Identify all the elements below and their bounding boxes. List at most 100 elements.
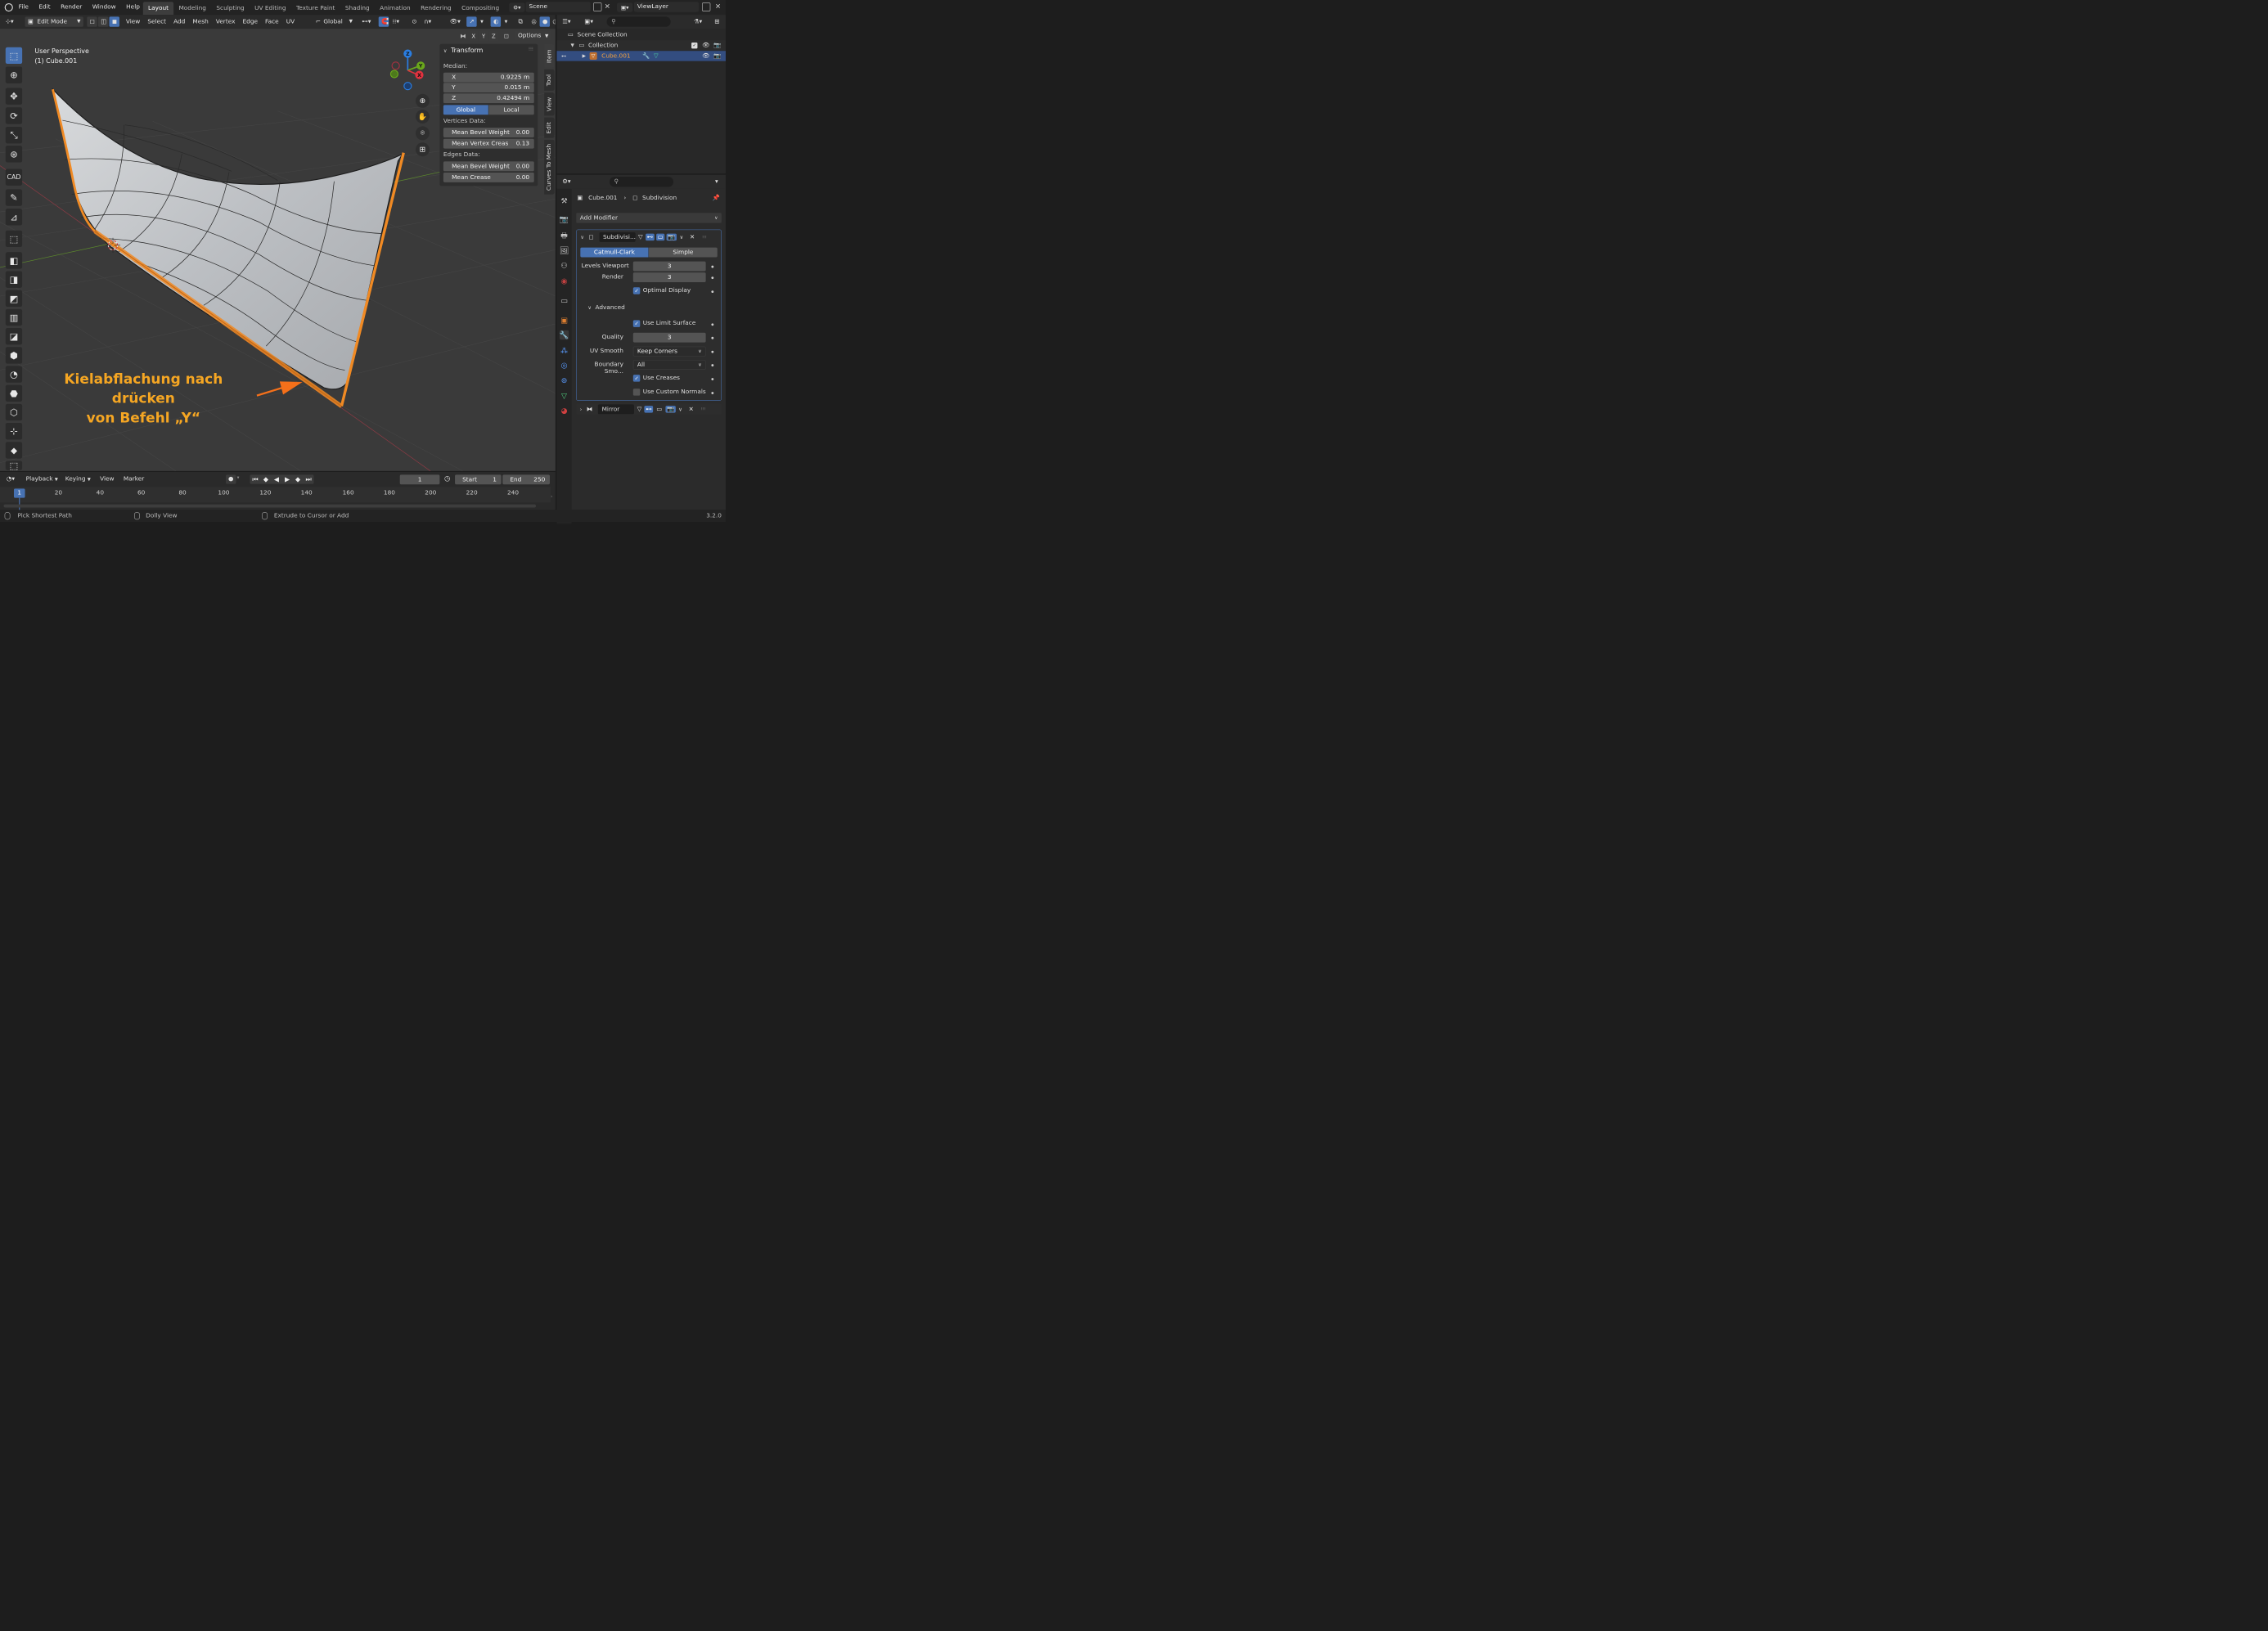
ortho-toggle-icon[interactable]: ⊞ <box>415 142 430 157</box>
poly-build-tool-icon[interactable]: ⬢ <box>5 347 23 364</box>
camera-icon[interactable]: 📷 <box>713 42 721 48</box>
menu-face[interactable]: Face <box>262 15 283 29</box>
keyframe-dot-icon[interactable] <box>711 378 714 380</box>
menu-window[interactable]: Window <box>87 0 120 15</box>
vertex-select-icon[interactable]: ◻ <box>87 16 97 27</box>
mesh-options-icon[interactable]: ⊡ <box>504 33 509 39</box>
falloff-icon[interactable]: ∩▾ <box>421 16 434 26</box>
physics-icon[interactable]: ◎ <box>560 361 569 370</box>
timeline-scrollbar[interactable] <box>3 504 537 508</box>
start-frame-field[interactable]: Start 1 <box>455 474 502 485</box>
mean-bevel-weight-edge-field[interactable]: Mean Bevel Weight 0.00 <box>443 161 534 172</box>
tab-sculpting[interactable]: Sculpting <box>211 2 250 15</box>
edge-slide-tool-icon[interactable]: ⬡ <box>5 403 23 421</box>
solid-shading-icon[interactable]: ● <box>539 16 551 27</box>
play-reverse-icon[interactable]: ◀ <box>271 475 281 483</box>
pan-hand-icon[interactable]: ✋ <box>415 110 430 124</box>
view-layer-icon[interactable]: 🖼 <box>560 246 569 255</box>
render-settings-icon[interactable]: 📷 <box>560 214 569 223</box>
viewport-toggle-icon[interactable]: ▭ <box>656 233 665 240</box>
chevron-right-icon[interactable]: › <box>580 406 582 411</box>
tab-compositing[interactable]: Compositing <box>457 2 505 15</box>
add-cube-tool-icon[interactable]: ⬚ <box>5 230 23 248</box>
menu-vertex[interactable]: Vertex <box>212 15 239 29</box>
drag-handle-icon[interactable]: ⁝⁝⁝ <box>529 46 533 52</box>
mean-vertex-crease-field[interactable]: Mean Vertex Creas 0.13 <box>443 138 534 149</box>
keyframe-dot-icon[interactable] <box>711 265 714 268</box>
menu-add[interactable]: Add <box>170 15 189 29</box>
tool-settings-icon[interactable]: ⚒ <box>560 196 569 205</box>
tab-animation[interactable]: Animation <box>375 2 416 15</box>
timeline-editor-type-icon[interactable]: ◔▾ <box>4 474 18 484</box>
use-limit-surface-checkbox[interactable]: ✓ <box>632 320 641 327</box>
menu-edge[interactable]: Edge <box>239 15 262 29</box>
jump-end-icon[interactable]: ⏭ <box>304 475 314 483</box>
modifier-wrench-icon[interactable]: 🔧 <box>642 52 650 59</box>
keyframe-dot-icon[interactable] <box>711 290 714 294</box>
proportional-edit-icon[interactable]: ⊙ <box>409 16 420 26</box>
keyframe-dot-icon[interactable] <box>711 392 714 394</box>
local-toggle[interactable]: Local <box>488 105 534 115</box>
exclude-checkbox[interactable]: ✓ <box>691 42 698 49</box>
zoom-icon[interactable]: ⊕ <box>415 93 430 108</box>
output-settings-icon[interactable]: 🖶 <box>560 231 569 240</box>
chevron-down-icon[interactable]: ▼ <box>570 43 574 47</box>
record-icon[interactable]: ● <box>226 474 236 484</box>
menu-uv[interactable]: UV <box>282 15 298 29</box>
subdivision-name-field[interactable]: Subdivisi... <box>599 231 636 242</box>
collection-row[interactable]: ▼ ▭ Collection ✓ 👁 📷 <box>556 40 726 51</box>
close-icon[interactable]: ✕ <box>689 406 694 412</box>
current-frame-field[interactable]: 1 <box>399 474 440 485</box>
median-z-field[interactable]: Z 0.42494 m <box>443 93 534 104</box>
playhead[interactable]: 1 <box>13 488 25 498</box>
transform-tool-icon[interactable]: ⊛ <box>5 146 23 163</box>
axis-y-toggle[interactable]: Y <box>479 30 488 42</box>
select-box-tool-icon[interactable]: ⬚ <box>5 47 23 65</box>
scale-tool-icon[interactable]: ⤡ <box>5 126 23 144</box>
loop-cut-tool-icon[interactable]: ▥ <box>5 308 23 326</box>
boundary-smooth-select[interactable]: All ∨ <box>632 360 706 370</box>
global-toggle[interactable]: Global <box>443 105 488 115</box>
object-props-icon[interactable]: ▣ <box>560 316 569 325</box>
shear-tool-icon[interactable]: ⬥ <box>5 442 23 459</box>
delete-scene-icon[interactable]: ✕ <box>605 2 610 11</box>
tab-uv-editing[interactable]: UV Editing <box>250 2 291 15</box>
overlay-toggle-icon[interactable]: ◐ <box>490 16 502 27</box>
edge-select-icon[interactable]: ◫ <box>97 16 109 27</box>
orientation-select[interactable]: ⌐ Global ▼ <box>313 16 355 26</box>
menu-select[interactable]: Select <box>144 15 170 29</box>
levels-viewport-field[interactable]: 3 <box>632 261 706 272</box>
annotate-tool-icon[interactable]: ✎ <box>5 189 23 206</box>
menu-render[interactable]: Render <box>56 0 88 15</box>
prev-keyframe-icon[interactable]: ◆ <box>260 475 271 483</box>
keyframe-dot-icon[interactable] <box>711 350 714 353</box>
snap-target-icon[interactable]: ⁞⁞▾ <box>389 16 402 26</box>
next-keyframe-icon[interactable]: ◆ <box>292 475 303 483</box>
chevron-down-icon[interactable]: ∨ <box>680 234 684 240</box>
menu-edit[interactable]: Edit <box>34 0 56 15</box>
mirror-icon[interactable]: ⧓ <box>460 33 466 39</box>
keyframe-dot-icon[interactable] <box>711 336 714 339</box>
spin-tool-icon[interactable]: ◔ <box>5 366 23 383</box>
tab-shading[interactable]: Shading <box>340 2 375 15</box>
drag-handle-icon[interactable]: ⁝⁝⁝ <box>702 235 706 240</box>
render-levels-field[interactable]: 3 <box>632 272 706 283</box>
new-viewlayer-icon[interactable] <box>702 2 711 11</box>
tab-curves-to-mesh[interactable]: Curves To Mesh <box>544 139 555 195</box>
world-icon[interactable]: ◉ <box>560 276 569 285</box>
simple-toggle[interactable]: Simple <box>649 247 718 258</box>
keyframe-dot-icon[interactable] <box>711 276 714 280</box>
cad-tool-icon[interactable]: CAD <box>5 168 23 186</box>
render-toggle-icon[interactable]: 📷 <box>666 233 677 240</box>
scene-field[interactable]: Scene <box>525 2 591 12</box>
properties-editor-icon[interactable]: ⚙▾ <box>560 177 574 186</box>
tab-rendering[interactable]: Rendering <box>416 2 457 15</box>
snap-toggle-icon[interactable]: 🧲 <box>378 16 389 27</box>
menu-mesh[interactable]: Mesh <box>189 15 212 29</box>
preview-range-icon[interactable]: ◷ <box>444 474 450 483</box>
display-mode-icon[interactable]: ▣▾ <box>582 16 596 26</box>
bevel-tool-icon[interactable]: ◩ <box>5 290 23 308</box>
mirror-name-field[interactable]: Mirror <box>598 404 635 414</box>
menu-file[interactable]: File <box>13 0 34 15</box>
axis-z-toggle[interactable]: Z <box>488 30 499 42</box>
